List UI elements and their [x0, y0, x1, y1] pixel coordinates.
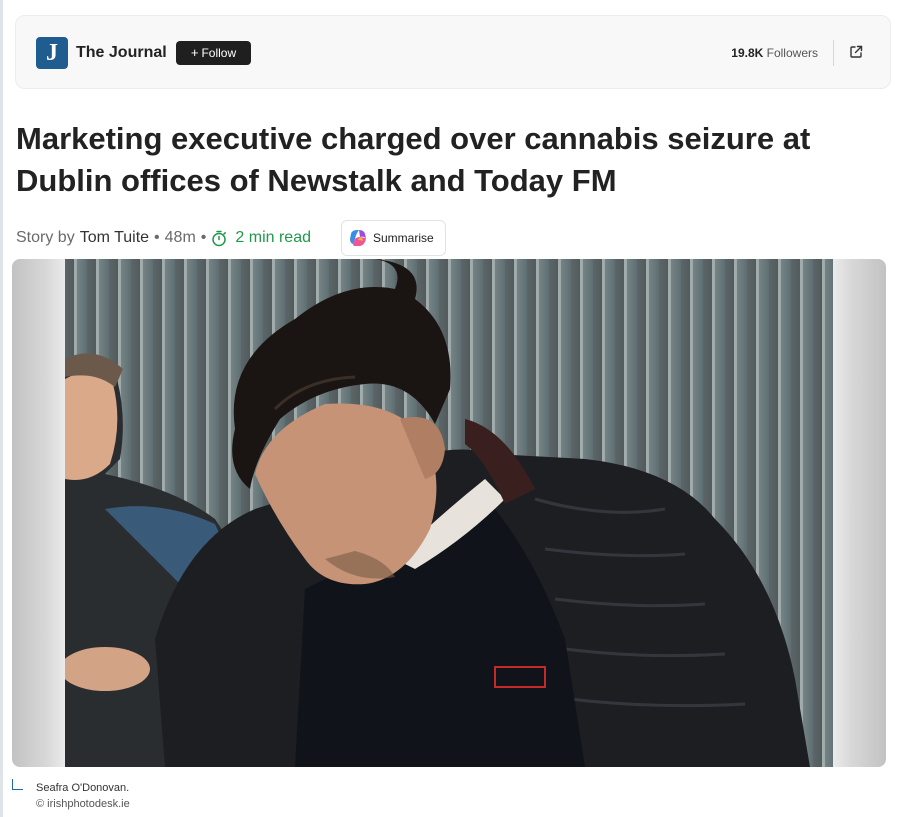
hero-image[interactable]	[12, 259, 886, 767]
plus-icon: +	[190, 45, 199, 60]
followers-count: 19.8K Followers	[731, 46, 818, 60]
stopwatch-icon	[212, 230, 227, 246]
author-name[interactable]: Tom Tuite	[80, 229, 149, 247]
followers-label: Followers	[766, 46, 818, 60]
separator-dot: •	[200, 229, 207, 246]
divider	[833, 40, 834, 66]
followers-number: 19.8K	[731, 46, 764, 60]
article-headline: Marketing executive charged over cannabi…	[16, 121, 811, 198]
image-credit: © irishphotodesk.ie	[36, 798, 130, 810]
follow-button[interactable]: + Follow	[176, 41, 251, 65]
read-time-label: 2 min read	[235, 229, 311, 246]
summarise-label: Summarise	[373, 231, 434, 245]
article-photo	[65, 259, 833, 767]
publisher-logo[interactable]: J	[36, 37, 68, 69]
byline-prefix: Story by	[16, 229, 75, 246]
caption-marker	[12, 779, 23, 790]
follow-label: Follow	[201, 46, 237, 60]
external-link-icon[interactable]	[848, 44, 864, 60]
copilot-icon	[350, 230, 366, 246]
separator-dot: •	[154, 229, 160, 246]
image-caption: Seafra O'Donovan.	[36, 782, 130, 794]
page-left-rule	[0, 0, 3, 817]
summarise-button[interactable]: Summarise	[341, 220, 446, 256]
article-age: 48m	[164, 229, 196, 246]
read-time: 2 min read	[211, 229, 311, 247]
byline: Story by Tom Tuite • 48m • 2 min read	[16, 228, 311, 248]
publisher-name[interactable]: The Journal	[76, 44, 167, 62]
publisher-bar: J The Journal + Follow 19.8K Followers	[15, 15, 891, 89]
